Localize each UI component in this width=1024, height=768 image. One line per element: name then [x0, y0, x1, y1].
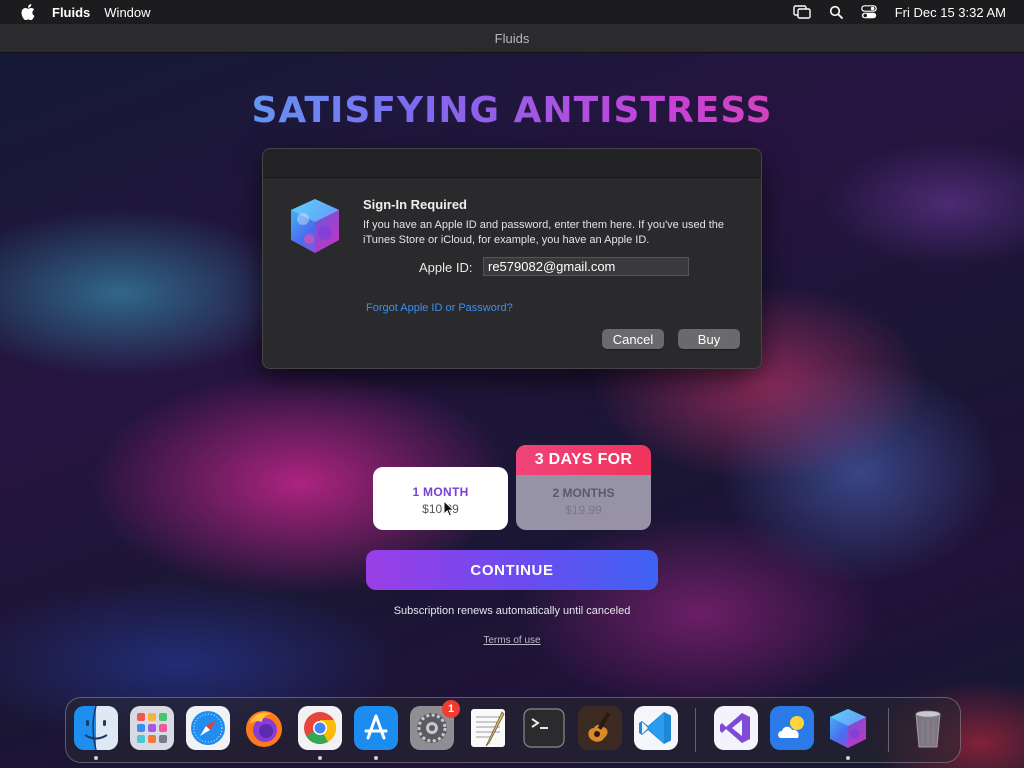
dialog-title-bar	[263, 149, 761, 178]
forgot-apple-id-link[interactable]: Forgot Apple ID or Password?	[366, 302, 513, 314]
running-indicator	[374, 756, 378, 760]
plan-name: 2 MONTHS	[552, 486, 615, 500]
mouse-pointer-icon	[443, 499, 455, 522]
fluids-app-icon	[285, 195, 345, 257]
app-store-icon[interactable]	[354, 706, 398, 750]
fluids-icon[interactable]	[826, 706, 870, 750]
running-indicator	[94, 756, 98, 760]
dialog-message: If you have an Apple ID and password, en…	[363, 219, 725, 246]
plan-1-month[interactable]: 1 MONTH $10.99	[373, 467, 508, 530]
apple-menu-icon[interactable]	[16, 0, 40, 24]
firefox-icon[interactable]	[242, 706, 286, 750]
visual-studio-icon[interactable]	[714, 706, 758, 750]
textedit-icon[interactable]	[466, 706, 510, 750]
plan-2-months[interactable]: 3 DAYS FOR 2 MONTHS $19.99	[516, 445, 651, 530]
control-center-icon[interactable]	[860, 5, 877, 19]
menu-bar: Fluids Window Fri Dec 15 3:32 AM	[0, 0, 1024, 24]
menu-bar-clock[interactable]: Fri Dec 15 3:32 AM	[895, 5, 1006, 20]
terms-of-use-link[interactable]: Terms of use	[0, 635, 1024, 646]
window-title-bar: Fluids	[0, 24, 1024, 53]
apple-id-label: Apple ID:	[419, 260, 473, 275]
running-indicator	[846, 756, 850, 760]
dock: 1	[65, 697, 961, 763]
terms-of-use-label[interactable]: Terms of use	[483, 635, 540, 646]
renewal-notice: Subscription renews automatically until …	[393, 605, 631, 617]
notification-badge: 1	[442, 700, 460, 718]
cancel-button[interactable]: Cancel	[602, 329, 664, 349]
sign-in-dialog: Sign-In Required If you have an Apple ID…	[262, 148, 762, 369]
trash-icon[interactable]	[906, 706, 950, 750]
chrome-icon[interactable]	[298, 706, 342, 750]
plan-price: $10.99	[422, 502, 459, 516]
running-indicator	[318, 756, 322, 760]
window-title: Fluids	[494, 30, 530, 46]
trial-banner: 3 DAYS FOR	[516, 445, 651, 475]
window-menu[interactable]: Window	[104, 5, 150, 20]
plan-name: 1 MONTH	[412, 485, 469, 499]
system-settings-icon[interactable]: 1	[410, 700, 460, 750]
vscode-icon[interactable]	[634, 706, 678, 750]
safari-icon[interactable]	[186, 706, 230, 750]
screen-mirroring-icon[interactable]	[793, 5, 811, 19]
dock-separator	[695, 708, 696, 752]
dialog-title: Sign-In Required	[363, 197, 467, 212]
garageband-icon[interactable]	[578, 706, 622, 750]
finder-icon[interactable]	[74, 705, 118, 751]
buy-button[interactable]: Buy	[678, 329, 740, 349]
app-menu[interactable]: Fluids	[52, 5, 90, 20]
dock-separator	[888, 708, 889, 752]
promo-headline: SATISFYING ANTISTRESS	[0, 90, 1024, 131]
weather-icon[interactable]	[770, 706, 814, 750]
launchpad-icon[interactable]	[130, 706, 174, 750]
plan-price: $19.99	[565, 503, 602, 517]
terminal-icon[interactable]	[522, 706, 566, 750]
apple-id-field[interactable]	[483, 257, 689, 276]
spotlight-search-icon[interactable]	[829, 5, 843, 19]
continue-button[interactable]: CONTINUE	[366, 550, 658, 590]
